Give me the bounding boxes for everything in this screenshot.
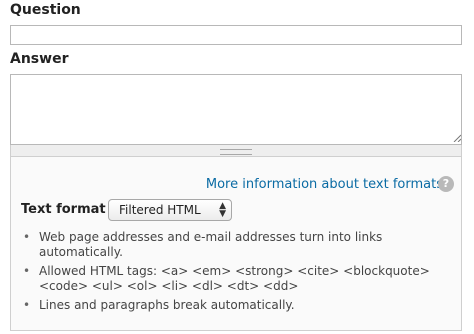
filter-tip: Web page addresses and e-mail addresses …: [21, 230, 451, 260]
filter-tips-list: Web page addresses and e-mail addresses …: [21, 230, 451, 317]
text-format-label: Text format: [21, 202, 106, 217]
answer-textarea[interactable]: [10, 74, 462, 145]
grip-lines-icon: [220, 149, 252, 155]
more-info-text-formats-link[interactable]: More information about text formats: [206, 177, 443, 192]
question-icon[interactable]: ?: [438, 176, 454, 192]
filter-tip: Lines and paragraphs break automatically…: [21, 298, 451, 313]
answer-label: Answer: [10, 51, 69, 67]
select-arrows-icon: ▲ ▼: [219, 201, 226, 219]
text-format-select[interactable]: Filtered HTML ▲ ▼: [108, 199, 232, 221]
text-format-selected-value: Filtered HTML: [119, 203, 201, 217]
filter-tip: Allowed HTML tags: <a> <em> <strong> <ci…: [21, 264, 451, 294]
question-label: Question: [10, 2, 81, 18]
resize-handle-icon[interactable]: [453, 134, 461, 142]
textarea-resize-grippie[interactable]: [10, 145, 462, 157]
question-input[interactable]: [10, 25, 462, 45]
